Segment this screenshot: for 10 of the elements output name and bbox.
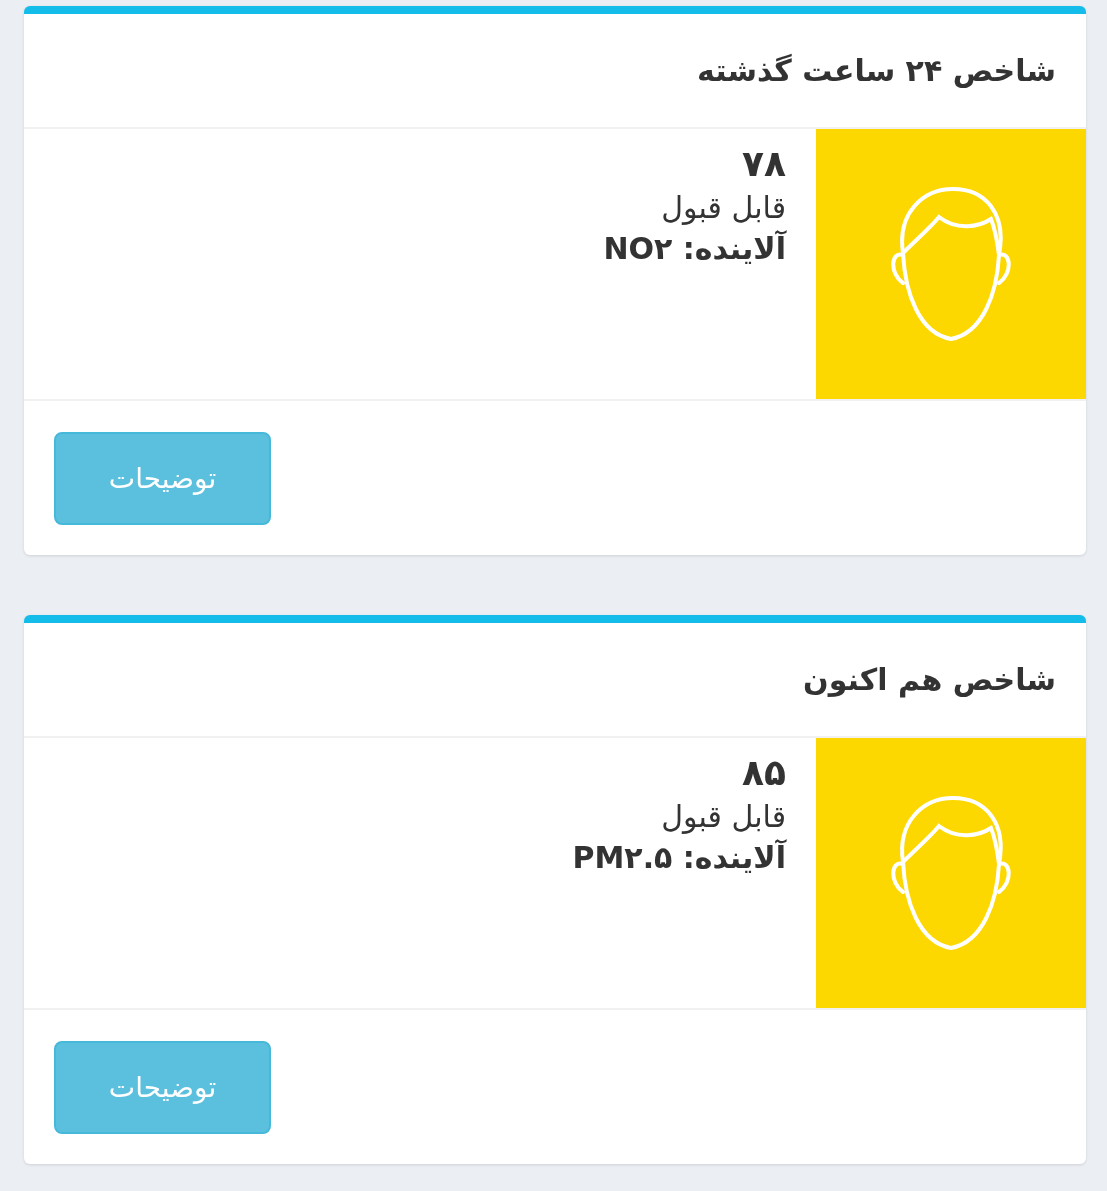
index-value: ۷۸ xyxy=(741,143,786,184)
index-value: ۸۵ xyxy=(741,752,786,793)
card-title: شاخص ۲۴ ساعت گذشته xyxy=(697,53,1056,88)
card-title: شاخص هم اکنون xyxy=(803,662,1056,697)
pollutant-label: آلاینده: PM۲.۵ xyxy=(572,840,786,875)
details-button[interactable]: توضیحات xyxy=(54,1040,271,1134)
pollutant-label: آلاینده: NO۲ xyxy=(603,231,786,266)
details-button[interactable]: توضیحات xyxy=(54,431,271,525)
status-label: قابل قبول xyxy=(660,190,786,225)
status-label: قابل قبول xyxy=(660,799,786,834)
